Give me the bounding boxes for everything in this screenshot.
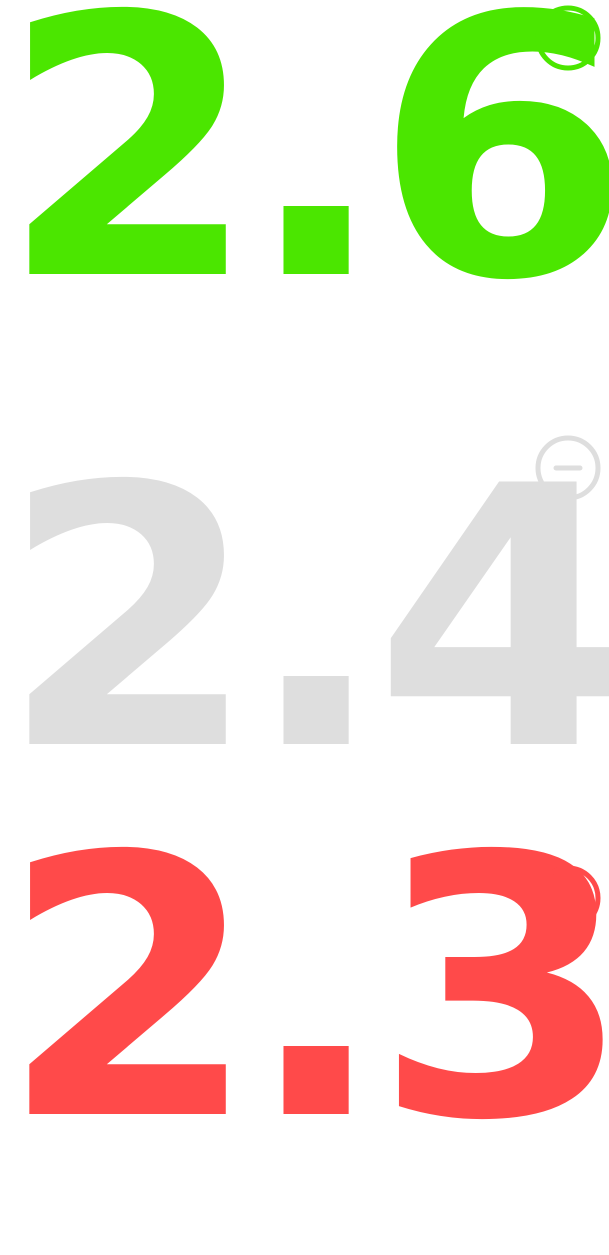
metric-flat: 2.4 — [0, 430, 609, 825]
metric-value: 2.3 — [0, 780, 609, 1199]
metric-value: 2.4 — [0, 410, 609, 829]
metric-up: 2.6 — [0, 0, 609, 395]
metric-down: 2.3 — [0, 810, 609, 1255]
chevron-up-circle-icon — [534, 4, 602, 72]
minus-circle-icon — [534, 434, 602, 502]
metric-value: 2.6 — [0, 0, 609, 359]
chevron-down-circle-icon — [534, 864, 602, 932]
